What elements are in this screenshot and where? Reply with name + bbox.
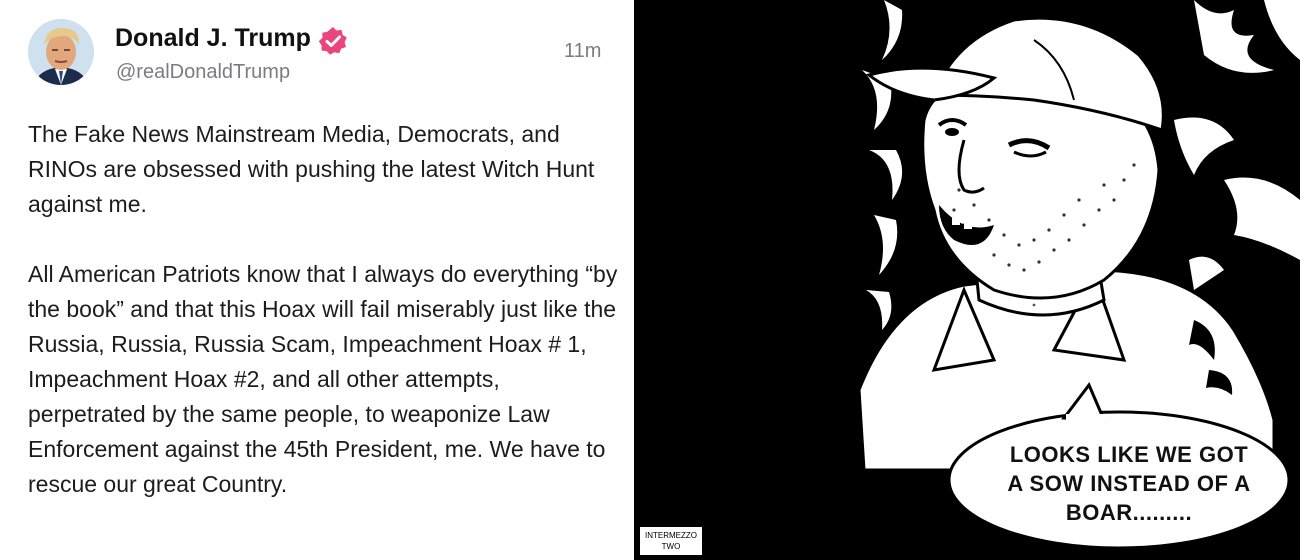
foliage-right xyxy=(1174,0,1300,290)
avatar-portrait xyxy=(28,19,94,85)
speech-bubble-text: LOOKS LIKE WE GOT A SOW INSTEAD OF A BOA… xyxy=(1007,442,1251,525)
post-paragraph: The Fake News Mainstream Media, Democrat… xyxy=(28,121,595,217)
verified-badge-icon xyxy=(318,27,347,55)
display-name[interactable]: Donald J. Trump xyxy=(115,24,311,53)
social-post: Donald J. Trump @realDonaldTrump 11m The… xyxy=(0,0,634,560)
user-handle[interactable]: @realDonaldTrump xyxy=(116,61,290,84)
post-body: The Fake News Mainstream Media, Democrat… xyxy=(28,117,618,502)
post-paragraph: All American Patriots know that I always… xyxy=(28,261,618,497)
post-timestamp[interactable]: 11m xyxy=(564,40,601,63)
artist-credit: INTERMEZZO TWO xyxy=(640,527,702,555)
avatar[interactable] xyxy=(28,19,94,85)
foliage-left xyxy=(862,0,903,330)
comic-panel: LOOKS LIKE WE GOT A SOW INSTEAD OF A BOA… xyxy=(634,0,1300,560)
